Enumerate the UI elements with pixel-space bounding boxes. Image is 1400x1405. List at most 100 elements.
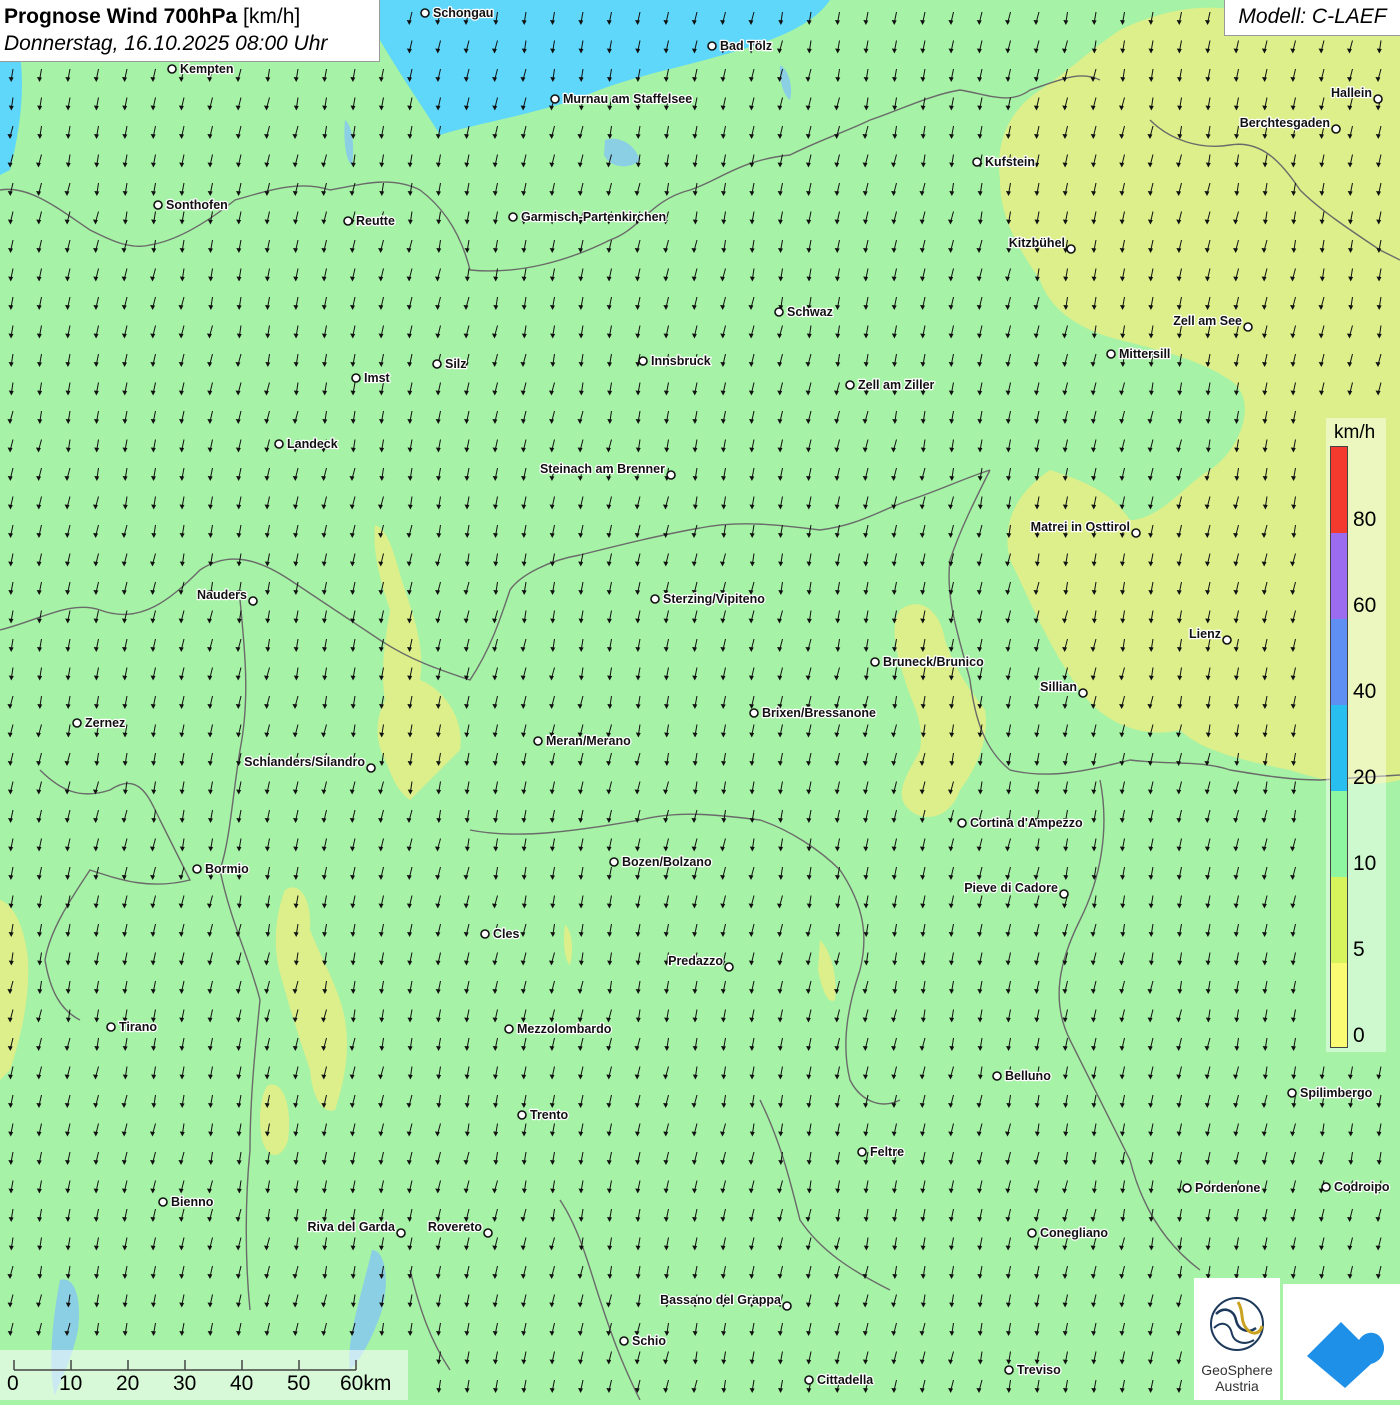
city-label: Bassano del Grappa — [660, 1293, 782, 1307]
scale-label: 0 — [7, 1372, 19, 1395]
city-label: Conegliano — [1040, 1226, 1108, 1240]
city-dot — [650, 594, 660, 604]
app-logo[interactable] — [1283, 1284, 1400, 1400]
city-label: Trento — [530, 1108, 569, 1122]
city-label: Kitzbühel — [1009, 236, 1065, 250]
city-dot — [106, 1022, 116, 1032]
city-dot — [870, 657, 880, 667]
city-dot — [432, 359, 442, 369]
city-dot — [1243, 322, 1253, 332]
city-label: Berchtesgaden — [1240, 116, 1330, 130]
city-label: Bruneck/Brunico — [883, 655, 984, 669]
city-marker: Bozen/Bolzano — [609, 854, 713, 870]
city-dot — [774, 307, 784, 317]
city-label: Sonthofen — [166, 198, 228, 212]
city-label: Rovereto — [428, 1220, 483, 1234]
city-dot — [1059, 889, 1069, 899]
city-dot — [749, 708, 759, 718]
city-dot — [508, 212, 518, 222]
city-label: Innsbruck — [651, 354, 711, 368]
city-dot — [638, 356, 648, 366]
city-dot — [248, 596, 258, 606]
city-label: Matrei in Osttirol — [1031, 520, 1130, 534]
model-label: Modell: C-LAEF — [1224, 0, 1400, 36]
city-dot — [192, 864, 202, 874]
city-dot — [343, 216, 353, 226]
city-marker: Mezzolombardo — [504, 1021, 613, 1037]
city-dot — [366, 763, 376, 773]
city-label: Pieve di Cadore — [964, 881, 1058, 895]
scale-bar: 0 10 20 30 40 50 60km — [0, 1350, 408, 1400]
city-label: Schwaz — [787, 305, 833, 319]
legend-label: 0 — [1353, 1024, 1365, 1047]
city-marker: Pordenone — [1182, 1180, 1262, 1196]
city-label: Sterzing/Vipiteno — [663, 592, 765, 606]
city-label: Zell am Ziller — [858, 378, 935, 392]
city-label: Lienz — [1189, 627, 1221, 641]
legend-swatch — [1331, 791, 1347, 877]
city-dot — [957, 818, 967, 828]
city-label: Cortina d'Ampezzo — [970, 816, 1083, 830]
city-label: Tirano — [119, 1020, 157, 1034]
city-label: Imst — [364, 371, 391, 385]
city-label: Meran/Merano — [546, 734, 631, 748]
city-label: Spilimbergo — [1300, 1086, 1373, 1100]
geosphere-logo[interactable]: GeoSphere Austria — [1194, 1278, 1280, 1400]
city-label: Predazzo — [668, 954, 723, 968]
scale-label: 50 — [287, 1372, 311, 1395]
legend-unit: km/h — [1334, 422, 1376, 443]
city-label: Schlanders/Silandro — [244, 755, 365, 769]
city-label: Silz — [445, 357, 467, 371]
city-dot — [533, 736, 543, 746]
city-label: Kempten — [180, 62, 233, 76]
scale-label: 60km — [340, 1372, 392, 1395]
city-dot — [274, 439, 284, 449]
legend-swatch — [1331, 705, 1347, 791]
city-label: Brixen/Bressanone — [762, 706, 876, 720]
city-label: Feltre — [870, 1145, 904, 1159]
city-label: Cittadella — [817, 1373, 874, 1387]
geosphere-logo-icon — [1210, 1297, 1264, 1351]
city-dot — [158, 1197, 168, 1207]
city-marker: Spilimbergo — [1287, 1085, 1374, 1101]
city-label: Bienno — [171, 1195, 214, 1209]
city-label: Kufstein — [985, 155, 1035, 169]
city-dot — [420, 8, 430, 18]
city-dot — [504, 1024, 514, 1034]
legend-label: 5 — [1353, 938, 1365, 961]
city-dot — [550, 94, 560, 104]
city-marker: Cortina d'Ampezzo — [957, 815, 1084, 831]
city-dot — [483, 1228, 493, 1238]
city-label: Bozen/Bolzano — [622, 855, 712, 869]
title-box: Prognose Wind 700hPa [km/h] Donnerstag, … — [0, 0, 380, 62]
city-dot — [1321, 1182, 1331, 1192]
legend-colorbar — [1330, 446, 1348, 1048]
city-dot — [167, 64, 177, 74]
geosphere-name: GeoSphere — [1201, 1362, 1273, 1378]
legend-label: 10 — [1353, 852, 1377, 875]
city-label: Mezzolombardo — [517, 1022, 612, 1036]
city-dot — [1004, 1365, 1014, 1375]
city-label: Cles — [493, 927, 519, 941]
city-dot — [992, 1071, 1002, 1081]
city-label: Garmisch-Partenkirchen — [521, 210, 666, 224]
city-label: Murnau am Staffelsee — [563, 92, 692, 106]
city-marker: Zell am Ziller — [845, 377, 936, 393]
city-label: Schio — [632, 1334, 666, 1348]
city-dot — [72, 718, 82, 728]
city-dot — [972, 157, 982, 167]
title-unit: [km/h] — [243, 5, 301, 28]
city-label: Codroipo — [1334, 1180, 1390, 1194]
forecast-datetime: Donnerstag, 16.10.2025 08:00 Uhr — [4, 32, 328, 55]
city-label: Pordenone — [1195, 1181, 1260, 1195]
city-dot — [1222, 635, 1232, 645]
city-label: Reutte — [356, 214, 395, 228]
cloud-logo-icon — [1307, 1322, 1385, 1388]
city-label: Treviso — [1017, 1363, 1061, 1377]
city-dot — [153, 200, 163, 210]
city-dot — [1131, 528, 1141, 538]
legend-swatch — [1331, 619, 1347, 705]
city-marker: Bruneck/Brunico — [870, 654, 985, 670]
city-label: Steinach am Brenner — [540, 462, 665, 476]
city-dot — [619, 1336, 629, 1346]
